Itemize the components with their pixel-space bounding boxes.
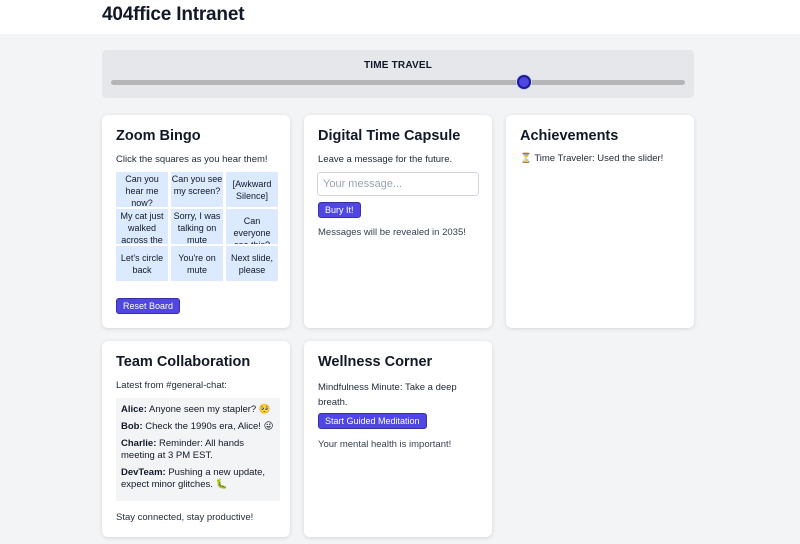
chat-author: DevTeam: [121,467,166,478]
achievement-text: Time Traveler: Used the slider! [534,153,664,164]
time-travel-slider-track[interactable] [111,80,685,85]
team-collaboration-card: Team Collaboration Latest from #general-… [102,341,290,537]
time-capsule-card: Digital Time Capsule Leave a message for… [304,115,492,328]
bingo-cell[interactable]: Sorry, I was talking on mute [171,209,223,244]
chat-text: Check the 1990s era, Alice! 😜 [145,421,274,432]
time-capsule-title: Digital Time Capsule [318,128,461,144]
time-travel-label: TIME TRAVEL [363,60,433,71]
wellness-corner-title: Wellness Corner [318,354,433,370]
bingo-cell[interactable]: Can you see my screen? [171,172,223,207]
header-bar: 404ffice Intranet [0,0,800,34]
achievements-title: Achievements [520,128,619,144]
chat-message: Alice: Anyone seen my stapler? 🥺 [121,404,275,416]
bingo-cell[interactable]: You're on mute [171,246,223,281]
zoom-bingo-card: Zoom Bingo Click the squares as you hear… [102,115,290,328]
bingo-cell[interactable]: Can you hear me now? [116,172,168,207]
chat-author: Charlie: [121,438,157,449]
site-title: 404ffice Intranet [102,4,245,25]
time-travel-panel: TIME TRAVEL [102,50,694,98]
start-meditation-button[interactable]: Start Guided Meditation [318,413,427,429]
wellness-footer: Your mental health is important! [318,439,452,450]
chat-text: Anyone seen my stapler? 🥺 [149,404,271,415]
message-input[interactable] [317,172,479,196]
team-footer: Stay connected, stay productive! [116,512,254,523]
bingo-cell[interactable]: [Awkward Silence] [226,172,278,207]
chat-message: Bob: Check the 1990s era, Alice! 😜 [121,421,275,433]
wellness-tip: Mindfulness Minute: Take a deep breath. [318,382,457,408]
chat-author: Bob: [121,421,143,432]
team-collaboration-title: Team Collaboration [116,354,251,370]
reset-board-button[interactable]: Reset Board [116,298,181,314]
time-capsule-instruction: Leave a message for the future. [318,154,453,165]
chat-message: DevTeam: Pushing a new update, expect mi… [121,467,275,491]
wellness-corner-card: Wellness Corner Mindfulness Minute: Take… [304,341,492,537]
chat-message: Charlie: Reminder: All hands meeting at … [121,438,275,462]
chat-feed: Alice: Anyone seen my stapler? 🥺 Bob: Ch… [116,398,280,501]
zoom-bingo-instruction: Click the squares as you hear them! [116,154,268,165]
bingo-grid: Can you hear me now? Can you see my scre… [116,172,280,281]
time-capsule-note: Messages will be revealed in 2035! [318,227,466,238]
achievement-item: ⏳ Time Traveler: Used the slider! [520,153,663,164]
bury-it-button[interactable]: Bury It! [318,202,361,218]
zoom-bingo-title: Zoom Bingo [116,128,201,144]
hourglass-icon: ⏳ [520,153,532,164]
chat-source: Latest from #general-chat: [116,380,227,391]
achievements-card: Achievements ⏳ Time Traveler: Used the s… [506,115,694,328]
bingo-cell[interactable]: Let's circle back [116,246,168,281]
bingo-cell[interactable]: My cat just walked across the keyboard [116,209,168,244]
bingo-cell[interactable]: Next slide, please [226,246,278,281]
chat-author: Alice: [121,404,147,415]
bingo-cell[interactable]: Can everyone see this? [226,209,278,244]
time-travel-slider-thumb[interactable] [517,75,532,89]
